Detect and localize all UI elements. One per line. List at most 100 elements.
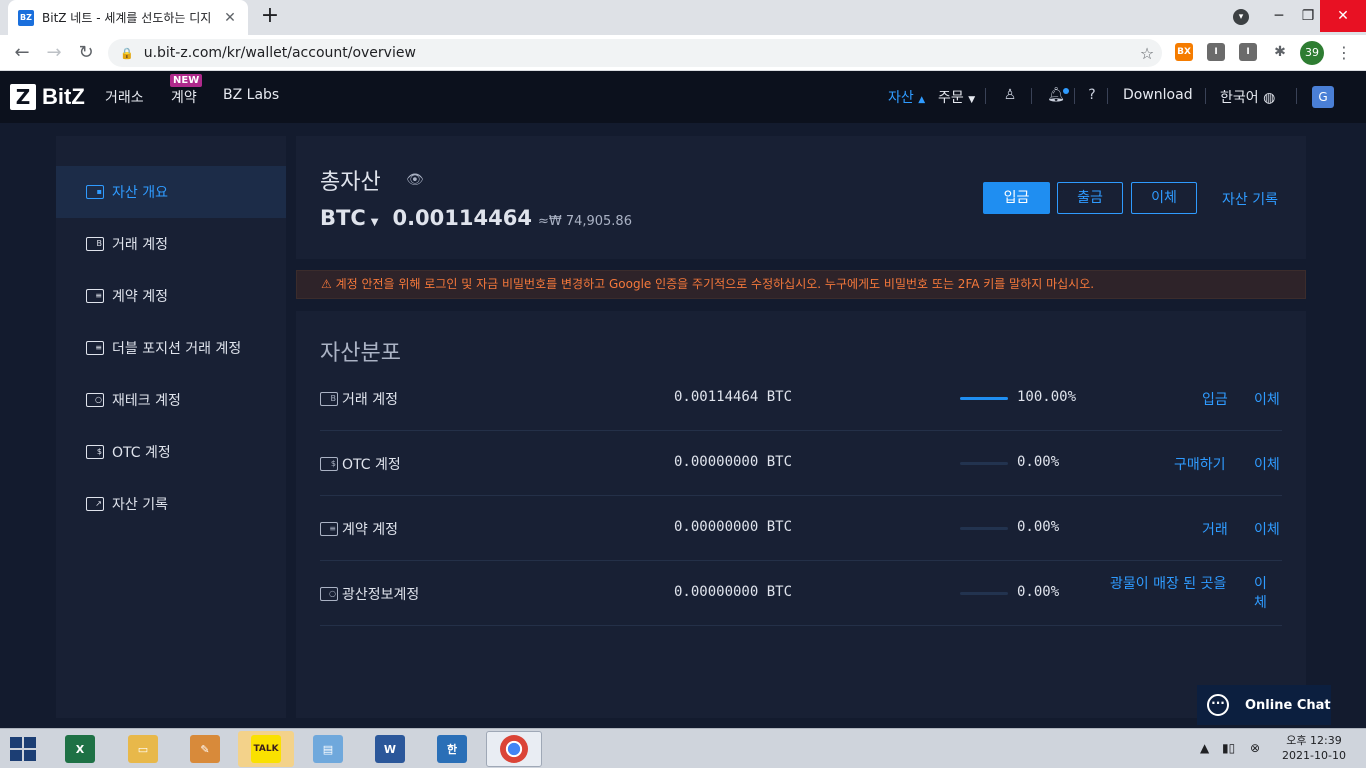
maximize-button[interactable]: ❐ <box>1294 0 1322 32</box>
sidebar-item-contract-account[interactable]: ≡ 계약 계정 <box>56 270 286 322</box>
nav-orders[interactable]: 주문 ▼ <box>938 87 975 107</box>
wallet-icon: $ <box>320 457 338 471</box>
nav-orders-label: 주문 <box>938 90 964 106</box>
caret-up-icon: ▲ <box>918 95 926 105</box>
account-amount: 0.00114464 BTC <box>674 389 793 405</box>
online-chat-button[interactable]: ··· Online Chat <box>1197 685 1331 725</box>
lock-icon: 🔒 <box>120 46 134 60</box>
browser-toolbar: ← → ↻ 🔒 u.bit-z.com/kr/wallet/account/ov… <box>0 35 1366 71</box>
language-label: 한국어 <box>1220 90 1259 106</box>
transfer-button[interactable]: 이체 <box>1131 182 1197 214</box>
btc-amount: 0.00114464 <box>392 206 532 230</box>
transfer-link[interactable]: 이체 <box>1254 454 1280 474</box>
sidebar-item-double-position-account[interactable]: ≡ 더블 포지션 거래 계정 <box>56 322 286 374</box>
bookmark-star-icon[interactable]: ☆ <box>1132 44 1162 63</box>
extension-icon[interactable]: I <box>1239 43 1257 61</box>
file-explorer-taskbar-icon[interactable]: ▭ <box>115 731 171 767</box>
divider <box>1296 88 1297 104</box>
account-percentage: 0.00% <box>1017 454 1060 470</box>
deposit-button[interactable]: 입금 <box>983 182 1050 214</box>
sidebar-item-finance-account[interactable]: ○ 재테크 계정 <box>56 374 286 426</box>
withdraw-button[interactable]: 출금 <box>1057 182 1123 214</box>
sidebar-item-label: 거래 계정 <box>112 237 168 253</box>
excel-taskbar-icon[interactable]: X <box>52 731 108 767</box>
main-content: ▪ 자산 개요 B 거래 계정 ≡ 계약 계정 ≡ 더블 포지션 거래 계정 ○… <box>0 123 1366 728</box>
clock-date: 2021-10-10 <box>1282 749 1346 762</box>
asset-distribution-card: 자산분포 B 거래 계정 0.00114464 BTC 100.00% 입금 이… <box>296 311 1306 718</box>
taskbar: X ▭ ✎ TALK ▤ W 한 ▲ ▮▯ ⊗ 오후 12:39 2021-10… <box>0 728 1366 768</box>
hangul-taskbar-icon[interactable]: 한 <box>424 731 480 767</box>
trade-link[interactable]: 거래 <box>1202 519 1228 539</box>
eye-icon[interactable]: 👁︎ <box>406 172 424 188</box>
tray-overflow-icon[interactable]: ▲ <box>1200 741 1209 755</box>
user-icon[interactable]: ♙ <box>1001 86 1019 104</box>
paint-taskbar-icon[interactable]: ✎ <box>177 731 233 767</box>
bx-extension-icon[interactable]: BX <box>1175 43 1193 61</box>
divider <box>1107 88 1108 104</box>
sidebar-item-label: 자산 기록 <box>112 497 168 513</box>
tab-search-icon[interactable]: ▾ <box>1233 9 1249 25</box>
asset-history-link[interactable]: 자산 기록 <box>1222 189 1278 209</box>
tab-close-icon[interactable]: ✕ <box>222 10 238 26</box>
wallet-icon: ≡ <box>86 341 104 355</box>
nav-contract[interactable]: 계약 <box>171 87 197 107</box>
table-row: ○ 광산정보계정 0.00000000 BTC 0.00% 광물이 매장 된 곳… <box>320 561 1282 626</box>
puzzle-extensions-icon[interactable]: ✱ <box>1271 43 1289 61</box>
security-alert: ⚠ 계정 안전을 위해 로그인 및 자금 비밀번호를 변경하고 Google 인… <box>296 270 1306 299</box>
mining-link[interactable]: 광물이 매장 된 곳을 <box>1110 575 1230 594</box>
deposit-link[interactable]: 입금 <box>1202 389 1228 409</box>
address-bar[interactable]: 🔒 u.bit-z.com/kr/wallet/account/overview… <box>108 39 1162 67</box>
system-clock[interactable]: 오후 12:39 2021-10-10 <box>1272 733 1356 763</box>
buy-link[interactable]: 구매하기 <box>1174 454 1226 474</box>
krw-estimate: ≈₩ 74,905.86 <box>537 214 632 229</box>
transfer-link[interactable]: 이체 <box>1254 519 1280 539</box>
wallet-sidebar: ▪ 자산 개요 B 거래 계정 ≡ 계약 계정 ≡ 더블 포지션 거래 계정 ○… <box>56 136 286 718</box>
extension-icon[interactable]: I <box>1207 43 1225 61</box>
caret-down-icon[interactable]: ▼ <box>371 217 379 228</box>
transfer-link[interactable]: 이체 <box>1254 575 1270 613</box>
new-tab-button[interactable]: + <box>258 4 282 28</box>
network-icon[interactable]: ▮▯ <box>1222 741 1235 755</box>
account-percentage: 100.00% <box>1017 389 1077 405</box>
minimize-button[interactable]: ─ <box>1264 0 1294 32</box>
sidebar-item-asset-overview[interactable]: ▪ 자산 개요 <box>56 166 286 218</box>
help-icon[interactable]: ? <box>1083 86 1101 104</box>
new-badge: NEW <box>170 74 203 87</box>
back-button[interactable]: ← <box>10 41 34 65</box>
sidebar-item-asset-history[interactable]: ↗ 자산 기록 <box>56 478 286 530</box>
share-bar <box>960 462 1008 465</box>
windows-start-icon[interactable] <box>10 737 36 761</box>
notepad-taskbar-icon[interactable]: ▤ <box>300 731 356 767</box>
currency-selector[interactable]: BTC <box>320 206 366 230</box>
account-name: 거래 계정 <box>342 392 398 408</box>
nav-assets[interactable]: 자산 ▲ <box>888 87 925 107</box>
nav-language[interactable]: 한국어 ◍ <box>1220 87 1275 107</box>
nav-bz-labs[interactable]: BZ Labs <box>223 87 279 103</box>
total-assets-title: 총자산 <box>320 170 381 195</box>
url-text: u.bit-z.com/kr/wallet/account/overview <box>143 45 416 61</box>
nav-exchange[interactable]: 거래소 <box>105 87 144 107</box>
account-amount: 0.00000000 BTC <box>674 454 793 470</box>
sidebar-item-trading-account[interactable]: B 거래 계정 <box>56 218 286 270</box>
nav-download[interactable]: Download <box>1123 87 1193 103</box>
close-window-button[interactable]: ✕ <box>1320 0 1366 32</box>
translate-icon[interactable]: G <box>1312 86 1334 108</box>
divider <box>1074 88 1075 104</box>
sidebar-item-otc-account[interactable]: $ OTC 계정 <box>56 426 286 478</box>
forward-button[interactable]: → <box>42 41 66 65</box>
bitz-logo[interactable]: Z BitZ <box>10 83 85 111</box>
profile-avatar[interactable]: 39 <box>1300 41 1324 65</box>
transfer-link[interactable]: 이체 <box>1254 389 1280 409</box>
online-chat-label: Online Chat <box>1245 697 1331 713</box>
table-row: ≡ 계약 계정 0.00000000 BTC 0.00% 거래 이체 <box>320 496 1282 561</box>
word-taskbar-icon[interactable]: W <box>362 731 418 767</box>
browser-menu-icon[interactable]: ⋮ <box>1336 43 1352 63</box>
chrome-taskbar-icon[interactable] <box>486 731 542 767</box>
kakaotalk-taskbar-icon[interactable]: TALK <box>238 731 294 767</box>
share-bar <box>960 397 1008 400</box>
bell-icon[interactable]: 🔔︎ <box>1047 86 1065 104</box>
volume-muted-icon[interactable]: ⊗ <box>1250 741 1260 755</box>
share-bar <box>960 592 1008 595</box>
browser-tab[interactable]: BZ BitZ 네트 - 세계를 선도하는 디지 ✕ <box>8 0 248 35</box>
reload-button[interactable]: ↻ <box>74 41 98 65</box>
